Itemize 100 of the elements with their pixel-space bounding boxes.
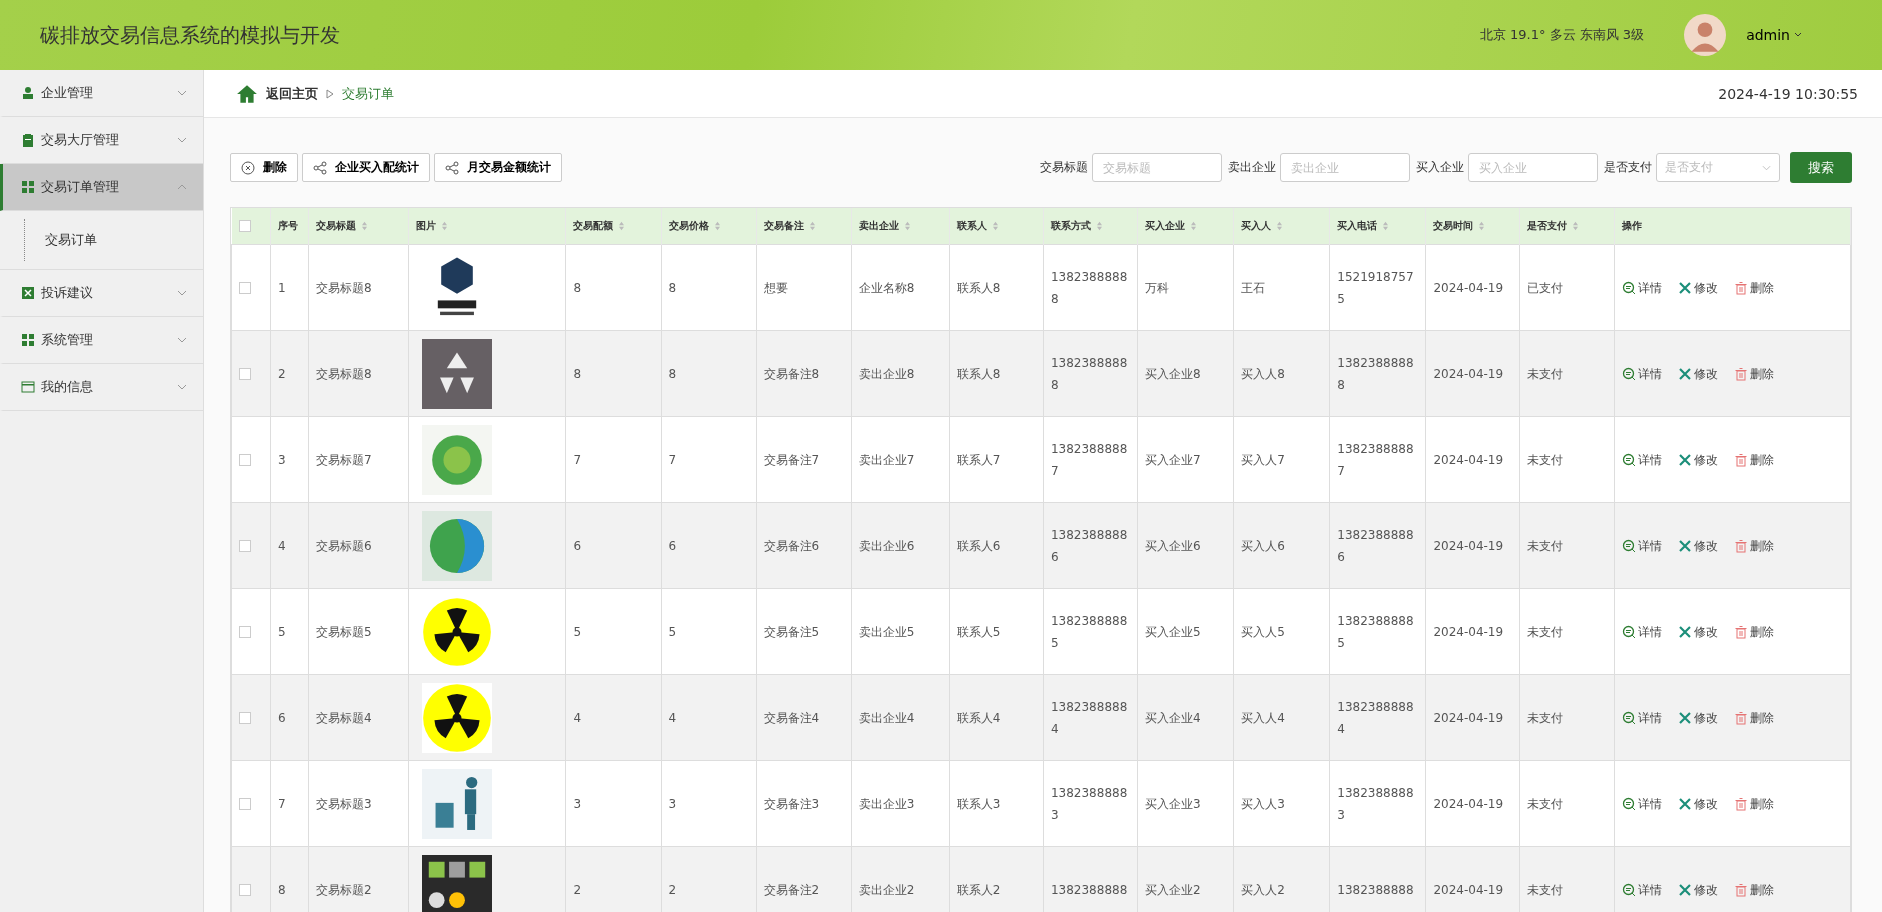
share-icon — [445, 160, 459, 175]
checkbox[interactable] — [239, 884, 251, 896]
table-cell: 13823888884 — [1050, 699, 1128, 736]
delete-link[interactable]: 删除 — [1733, 706, 1774, 729]
sidebar-subitem[interactable]: 交易订单 — [24, 219, 203, 261]
trash-icon — [1733, 882, 1748, 897]
sort-icon — [991, 221, 999, 231]
detail-link[interactable]: 详情 — [1621, 792, 1662, 815]
chevron-down-icon — [177, 337, 187, 343]
column-header[interactable]: 交易备注 — [756, 208, 852, 245]
sidebar-item[interactable]: 系统管理 — [0, 317, 203, 364]
input-field[interactable]: 买入企业 — [1468, 153, 1598, 182]
delete-button[interactable]: 删除 — [230, 153, 298, 182]
table-cell: 13823888884 — [1337, 699, 1414, 736]
table-cell: 交易备注3 — [763, 796, 820, 811]
column-header[interactable]: 买入人 — [1233, 208, 1330, 245]
checkbox[interactable] — [239, 282, 251, 294]
table-cell: 13823888887 — [1050, 441, 1128, 478]
statistics-button[interactable]: 月交易金额统计 — [434, 153, 562, 182]
user-menu[interactable]: admin — [1740, 26, 1808, 44]
checkbox[interactable] — [239, 798, 251, 810]
table-cell: 联系人8 — [956, 280, 1001, 295]
chevron-down-icon — [1762, 164, 1771, 171]
column-header[interactable]: 交易标题 — [308, 208, 409, 245]
column-header[interactable]: 操作 — [1614, 208, 1851, 245]
sort-icon — [361, 221, 369, 231]
home-link[interactable]: 返回主页 — [266, 84, 318, 103]
table-cell: 8 — [573, 366, 582, 381]
edit-link[interactable]: 修改 — [1677, 792, 1718, 815]
trash-icon — [1733, 710, 1748, 725]
delete-link[interactable]: 删除 — [1733, 276, 1774, 299]
table-cell: 卖出企业2 — [858, 882, 915, 897]
checkbox[interactable] — [238, 220, 251, 232]
delete-link[interactable]: 删除 — [1733, 620, 1774, 643]
column-header[interactable]: 买入企业 — [1137, 208, 1234, 245]
checkbox[interactable] — [239, 712, 251, 724]
table-cell: 4 — [668, 710, 677, 725]
delete-link[interactable]: 删除 — [1733, 362, 1774, 385]
column-header[interactable]: 联系人 — [949, 208, 1044, 245]
edit-link[interactable]: 修改 — [1677, 620, 1718, 643]
field-label: 交易标题 — [1040, 159, 1088, 176]
grid-icon — [21, 180, 35, 194]
column-header[interactable]: 交易时间 — [1425, 208, 1520, 245]
table-cell: 1382388888 — [1337, 882, 1414, 897]
edit-link[interactable]: 修改 — [1677, 534, 1718, 557]
trash-icon — [1733, 538, 1748, 553]
search-button[interactable]: 搜索 — [1790, 152, 1852, 183]
detail-link[interactable]: 详情 — [1621, 706, 1662, 729]
column-header[interactable]: 联系方式 — [1043, 208, 1138, 245]
table-cell: 未支付 — [1527, 624, 1564, 639]
avatar[interactable] — [1684, 14, 1727, 56]
table-cell: 买入企业2 — [1145, 882, 1201, 897]
edit-link[interactable]: 修改 — [1677, 706, 1718, 729]
edit-link[interactable]: 修改 — [1677, 878, 1718, 901]
column-header[interactable]: 序号 — [270, 208, 309, 245]
delete-link[interactable]: 删除 — [1733, 792, 1774, 815]
sidebar-item[interactable]: 我的信息 — [0, 364, 203, 411]
column-header[interactable]: 是否支付 — [1520, 208, 1615, 245]
table-cell: 2024-04-19 — [1433, 280, 1504, 295]
detail-link[interactable]: 详情 — [1621, 534, 1662, 557]
table-cell: 1 — [278, 280, 286, 295]
sidebar-item[interactable]: 交易订单管理 — [0, 164, 203, 211]
detail-link[interactable]: 详情 — [1621, 878, 1662, 901]
table-cell: 买入人7 — [1241, 452, 1285, 467]
delete-link[interactable]: 删除 — [1733, 448, 1774, 471]
column-header[interactable]: 交易价格 — [661, 208, 757, 245]
column-header[interactable]: 卖出企业 — [851, 208, 950, 245]
edit-link[interactable]: 修改 — [1677, 362, 1718, 385]
column-header[interactable]: 图片 — [408, 208, 566, 245]
input-field[interactable]: 卖出企业 — [1280, 153, 1410, 182]
column-header[interactable]: 交易配额 — [565, 208, 661, 245]
column-header[interactable]: 买入电话 — [1329, 208, 1426, 245]
detail-link[interactable]: 详情 — [1621, 448, 1662, 471]
sidebar-item[interactable]: 投诉建议 — [0, 270, 203, 317]
checkbox[interactable] — [239, 626, 251, 638]
table-cell: 买入企业5 — [1145, 624, 1201, 639]
checkbox[interactable] — [239, 454, 251, 466]
table-cell: 交易标题2 — [316, 882, 372, 897]
table-cell: 2024-04-19 — [1433, 882, 1504, 897]
detail-link[interactable]: 详情 — [1621, 276, 1662, 299]
table-cell: 卖出企业3 — [858, 796, 915, 811]
checkbox[interactable] — [239, 368, 251, 380]
detail-link[interactable]: 详情 — [1621, 620, 1662, 643]
table-cell: 交易备注8 — [763, 366, 820, 381]
edit-link[interactable]: 修改 — [1677, 448, 1718, 471]
edit-link[interactable]: 修改 — [1677, 276, 1718, 299]
table-cell: 万科 — [1145, 280, 1170, 295]
delete-link[interactable]: 删除 — [1733, 534, 1774, 557]
table-cell: 交易标题7 — [316, 452, 372, 467]
input-field[interactable]: 交易标题 — [1092, 153, 1222, 182]
table-cell: 卖出企业5 — [858, 624, 915, 639]
detail-link[interactable]: 详情 — [1621, 362, 1662, 385]
sidebar-item[interactable]: 企业管理 — [0, 70, 203, 117]
chevron-down-icon — [177, 90, 187, 96]
close-icon — [241, 160, 255, 175]
breadcrumb-current: 交易订单 — [342, 84, 394, 103]
statistics-button[interactable]: 企业买入配统计 — [302, 153, 430, 182]
table-cell: 7 — [278, 796, 286, 811]
delete-link[interactable]: 删除 — [1733, 878, 1774, 901]
checkbox[interactable] — [239, 540, 251, 552]
